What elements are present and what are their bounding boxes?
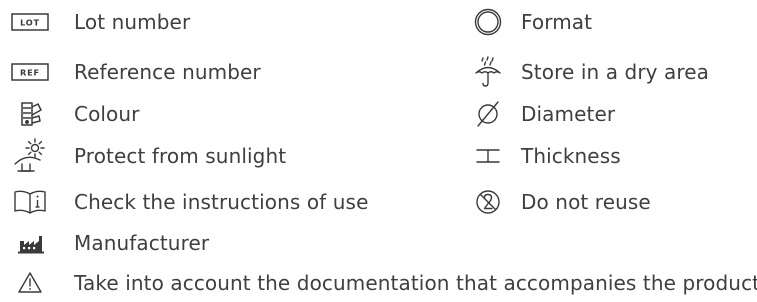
legend-item-lot: LOT Lot number <box>6 4 386 40</box>
legend-label-colour: Colour <box>74 102 140 126</box>
ref-icon: REF <box>6 54 54 90</box>
legend-label-thickness: Thickness <box>521 144 621 168</box>
legend-item-format: Format <box>464 4 754 40</box>
legend-label-sunlight: Protect from sunlight <box>74 144 287 168</box>
legend-item-colour: Colour <box>6 96 386 132</box>
svg-text:LOT: LOT <box>20 18 40 28</box>
lot-icon: LOT <box>6 4 54 40</box>
legend-item-dry: Store in a dry area <box>464 54 754 90</box>
legend-item-warning: Take into account the documentation that… <box>6 265 757 301</box>
legend-label-format: Format <box>521 10 593 34</box>
legend-label-manufacturer: Manufacturer <box>74 231 210 255</box>
manufacturer-factory-icon <box>6 225 54 261</box>
legend-item-sunlight: Protect from sunlight <box>6 138 386 174</box>
legend-label-ref: Reference number <box>74 60 261 84</box>
legend-label-lot: Lot number <box>74 10 191 34</box>
do-not-reuse-icon <box>464 184 512 220</box>
legend-item-no-reuse: Do not reuse <box>464 184 754 220</box>
diameter-icon <box>464 96 512 132</box>
legend-item-diameter: Diameter <box>464 96 754 132</box>
legend-item-instructions: Check the instructions of use <box>6 184 386 220</box>
colour-swatch-icon <box>6 96 54 132</box>
symbol-legend: LOT Lot number REF Reference number Colo… <box>0 0 757 302</box>
legend-label-instructions: Check the instructions of use <box>74 190 369 214</box>
instructions-book-icon <box>6 184 54 220</box>
legend-label-dry: Store in a dry area <box>521 60 710 84</box>
warning-triangle-icon <box>6 265 54 301</box>
umbrella-rain-icon <box>464 54 512 90</box>
legend-item-thickness: Thickness <box>464 138 754 174</box>
legend-item-manufacturer: Manufacturer <box>6 225 386 261</box>
legend-label-diameter: Diameter <box>521 102 616 126</box>
legend-label-warning: Take into account the documentation that… <box>74 271 757 295</box>
sunlight-protection-icon <box>6 138 54 174</box>
thickness-icon <box>464 138 512 174</box>
svg-text:REF: REF <box>20 68 40 78</box>
legend-label-no-reuse: Do not reuse <box>521 190 651 214</box>
format-circle-icon <box>464 4 512 40</box>
legend-item-ref: REF Reference number <box>6 54 386 90</box>
